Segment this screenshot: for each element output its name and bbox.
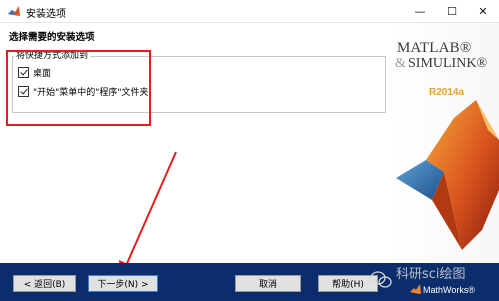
maximize-button[interactable]: ☐ <box>436 0 468 22</box>
close-button[interactable]: ✕ <box>467 0 499 22</box>
mathworks-logo-icon <box>410 284 421 294</box>
matlab-wordmark: MATLAB® <box>397 40 472 56</box>
release-version: R2014a <box>429 87 465 98</box>
ampersand-mark: & <box>395 56 406 71</box>
help-button[interactable]: 帮助(H) <box>318 275 378 292</box>
red-annotation-arrow <box>119 151 177 276</box>
mathworks-wordmark: MathWorks® <box>423 285 475 295</box>
next-button[interactable]: 下一步(N) > <box>88 275 158 292</box>
title-bar: 安装选项 — ☐ ✕ <box>0 0 499 22</box>
back-button[interactable]: < 返回(B) <box>13 275 76 292</box>
window-title: 安装选项 <box>26 9 66 20</box>
watermark-text: 科研sci绘图 <box>396 267 466 282</box>
matlab-membrane-logo <box>396 100 499 250</box>
matlab-app-icon <box>8 6 20 16</box>
page-heading: 选择需要的安装选项 <box>9 32 95 43</box>
minimize-button[interactable]: — <box>404 0 436 22</box>
simulink-wordmark: SIMULINK® <box>408 56 488 71</box>
highlight-annotation-box <box>6 50 151 126</box>
wechat-watermark-icon <box>370 271 392 288</box>
cancel-button[interactable]: 取消 <box>235 275 301 292</box>
